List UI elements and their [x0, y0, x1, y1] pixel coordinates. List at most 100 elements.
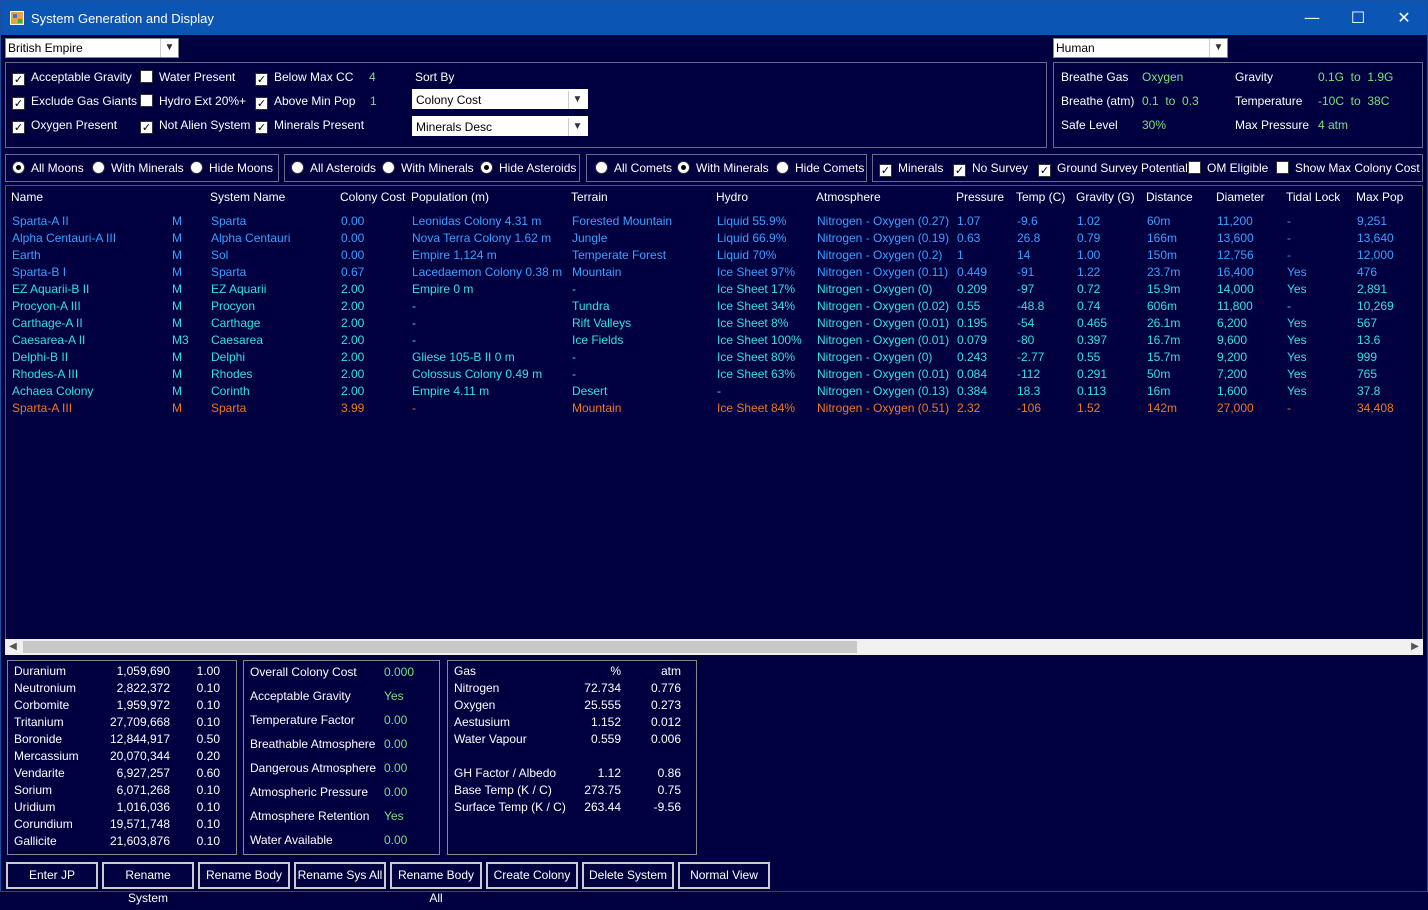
create-colony-button[interactable]: Create Colony — [486, 862, 578, 889]
column-header[interactable]: Atmosphere — [816, 190, 881, 204]
om-eligible-checkbox[interactable]: OM Eligible — [1188, 161, 1268, 177]
column-header[interactable]: Hydro — [716, 190, 748, 204]
scroll-thumb[interactable] — [23, 641, 857, 653]
check-icon: ✓ — [1038, 164, 1051, 177]
hydro-ext-checkbox[interactable]: Hydro Ext 20%+ — [140, 94, 246, 110]
column-header[interactable]: Terrain — [571, 190, 608, 204]
cell-system: Alpha Centauri — [211, 231, 291, 245]
cell-terrain: Jungle — [572, 231, 608, 245]
table-row[interactable]: Rhodes-A III Rhodes 2.00 Colossus Colony 0.… — [6, 367, 1406, 384]
column-header[interactable]: Gravity (G) — [1076, 190, 1135, 204]
cell-dist: 16m — [1147, 384, 1171, 398]
planet-stat-label: Surface Temp (K / C) — [454, 800, 566, 814]
mineral-name: Corbomite — [14, 698, 70, 712]
cell-name: Caesarea-A II — [12, 333, 86, 347]
survey-options: ✓ Minerals ✓ No Survey ✓ Ground Survey Pote… — [872, 154, 1423, 182]
hide-moons-label: Hide Moons — [209, 161, 274, 175]
cell-tidal: Yes — [1287, 384, 1307, 398]
minimize-button[interactable]: — — [1289, 1, 1335, 35]
species-select[interactable]: Human ▼ — [1053, 38, 1228, 58]
column-header[interactable]: Name — [11, 190, 43, 204]
table-row[interactable]: Achaea Colony Corinth 2.00 Empire 4.11 m Des… — [6, 384, 1406, 401]
moons-with-minerals-radio[interactable]: With Minerals — [92, 161, 184, 177]
cell-atmo: Nitrogen - Oxygen (0.01) — [817, 367, 950, 381]
column-header[interactable]: Distance — [1146, 190, 1193, 204]
table-row[interactable]: Alpha Centauri-A III Alpha Centauri 0.00 No… — [6, 231, 1406, 248]
cell-grav: 0.397 — [1077, 333, 1108, 347]
chevron-down-icon: ▼ — [568, 118, 586, 136]
rename-body-button[interactable]: Rename Body — [198, 862, 290, 889]
delete-system-button[interactable]: Delete System — [582, 862, 674, 889]
cell-pop: Empire 4.11 m — [412, 384, 490, 398]
system-body-grid[interactable]: Name System Name Colony Cost Population (m)… — [5, 185, 1423, 655]
cell-diam: 11,800 — [1217, 299, 1253, 313]
scroll-left-icon[interactable]: ◀ — [5, 639, 21, 655]
oxygen-present-checkbox[interactable]: ✓ Oxygen Present — [12, 118, 117, 134]
column-header[interactable]: System Name — [210, 190, 285, 204]
column-header[interactable]: Population (m) — [411, 190, 489, 204]
hide-moons-radio[interactable]: Hide Moons — [190, 161, 273, 177]
ground-survey-checkbox[interactable]: ✓ Ground Survey Potential — [1038, 161, 1188, 177]
cell-diam: 14,000 — [1217, 282, 1254, 296]
above-min-pop-checkbox[interactable]: ✓ Above Min Pop — [255, 94, 355, 110]
table-row[interactable]: Sparta-A III Sparta 3.99 - Mountain Ice Sheet… — [6, 401, 1406, 418]
cell-type: M — [172, 350, 182, 364]
enter-jp-button[interactable]: Enter JP — [6, 862, 98, 889]
scroll-right-icon[interactable]: ▶ — [1407, 639, 1423, 655]
table-row[interactable]: Sparta-B I Sparta 0.67 Lacedaemon Colony 0.… — [6, 265, 1406, 282]
horizontal-scrollbar[interactable]: ◀ ▶ — [5, 639, 1423, 655]
all-asteroids-radio[interactable]: All Asteroids — [291, 161, 376, 177]
table-row[interactable]: EZ Aquarii-B II EZ Aquarii 2.00 Empire 0 m -… — [6, 282, 1406, 299]
asteroids-with-minerals-radio[interactable]: With Minerals — [382, 161, 474, 177]
table-row[interactable]: Caesarea-A II Caesarea 2.00 - Ice Fields Ice … — [6, 333, 1406, 350]
not-alien-system-checkbox[interactable]: ✓ Not Alien System — [140, 118, 250, 134]
minerals-checkbox[interactable]: ✓ Minerals — [879, 161, 943, 177]
table-row[interactable]: Carthage-A II Carthage 2.00 - Rift Valleys Ic… — [6, 316, 1406, 333]
cell-grav: 1.02 — [1077, 214, 1101, 228]
comets-with-minerals-radio[interactable]: With Minerals — [677, 161, 769, 177]
cell-atmo: Nitrogen - Oxygen (0) — [817, 350, 933, 364]
temperature-label: Temperature — [1235, 94, 1303, 108]
temperature-value: -10C to 38C — [1318, 94, 1390, 108]
mineral-acc: 0.10 — [196, 681, 220, 695]
sort-secondary-select[interactable]: Minerals Desc ▼ — [412, 116, 588, 136]
cell-name: Delphi-B II — [12, 350, 69, 364]
max-cc-value[interactable]: 4 — [369, 70, 376, 84]
exclude-gas-giants-checkbox[interactable]: ✓ Exclude Gas Giants — [12, 94, 137, 110]
column-header[interactable]: Diameter — [1216, 190, 1265, 204]
maximize-button[interactable]: ☐ — [1335, 1, 1381, 35]
sort-primary-select[interactable]: Colony Cost ▼ — [412, 89, 588, 109]
minerals-present-label: Minerals Present — [274, 118, 365, 132]
hide-comets-radio[interactable]: Hide Comets — [776, 161, 864, 177]
show-max-cc-checkbox[interactable]: Show Max Colony Cost — [1276, 161, 1420, 177]
table-row[interactable]: Procyon-A III Procyon 2.00 - Tundra Ice Sheet… — [6, 299, 1406, 316]
cell-type: M — [172, 316, 182, 330]
column-header[interactable]: Colony Cost — [340, 190, 405, 204]
cell-pres: 0.384 — [957, 384, 988, 398]
below-max-cc-checkbox[interactable]: ✓ Below Max CC — [255, 70, 353, 86]
minerals-present-checkbox[interactable]: ✓ Minerals Present — [255, 118, 364, 134]
close-button[interactable]: ✕ — [1381, 1, 1427, 35]
colony-cost-factor-value: Yes — [384, 809, 404, 823]
om-eligible-label: OM Eligible — [1207, 161, 1269, 175]
column-header[interactable]: Temp (C) — [1016, 190, 1065, 204]
table-row[interactable]: Delphi-B II Delphi 2.00 Gliese 105-B II 0 m… — [6, 350, 1406, 367]
column-header[interactable]: Pressure — [956, 190, 1004, 204]
column-header[interactable]: Tidal Lock — [1286, 190, 1340, 204]
rename-sys-all-button[interactable]: Rename Sys All — [294, 862, 386, 889]
all-moons-radio[interactable]: All Moons — [12, 161, 84, 177]
race-select[interactable]: British Empire ▼ — [5, 38, 179, 58]
acceptable-gravity-checkbox[interactable]: ✓ Acceptable Gravity — [12, 70, 132, 86]
water-present-checkbox[interactable]: Water Present — [140, 70, 235, 86]
cell-hydro: - — [717, 384, 721, 398]
min-pop-value[interactable]: 1 — [370, 94, 377, 108]
hide-asteroids-radio[interactable]: Hide Asteroids — [480, 161, 576, 177]
rename-body-all-button[interactable]: Rename Body All — [390, 862, 482, 905]
table-row[interactable]: Earth Sol 0.00 Empire 1,124 m Temperate Fore… — [6, 248, 1406, 265]
normal-view-button[interactable]: Normal View — [678, 862, 770, 889]
no-survey-checkbox[interactable]: ✓ No Survey — [953, 161, 1028, 177]
table-row[interactable]: Sparta-A II Sparta 0.00 Leonidas Colony 4.3… — [6, 214, 1406, 231]
all-comets-radio[interactable]: All Comets — [595, 161, 672, 177]
rename-system-button[interactable]: Rename System — [102, 862, 194, 905]
column-header[interactable]: Max Pop — [1356, 190, 1403, 204]
